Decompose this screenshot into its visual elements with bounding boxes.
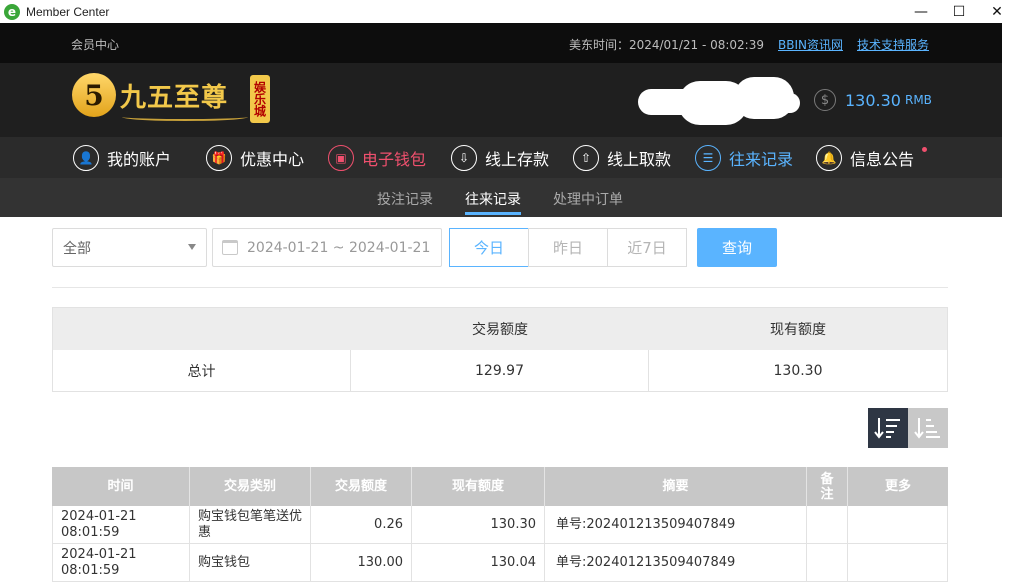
coin-icon: $: [814, 89, 836, 111]
col-more: 更多: [884, 479, 911, 494]
nav-label: 信息公告: [850, 150, 915, 169]
active-tab-indicator: [465, 212, 521, 215]
cell-type: 购宝钱包: [190, 544, 311, 582]
nav-label: 电子钱包: [362, 150, 427, 169]
sort-descending-icon: [874, 418, 900, 439]
cell-note: [807, 544, 848, 582]
col-time: 时间: [52, 467, 190, 506]
sort-descending-button[interactable]: [868, 408, 908, 448]
window-controls: — ☐ ✕: [902, 0, 1016, 23]
yesterday-button[interactable]: 昨日: [528, 228, 608, 267]
main-nav: 👤 我的账户 🎁 优惠中心 ▣ 电子钱包 ⇩ 线上存款 ⇧ 线上取款 ☰ 往来记…: [0, 137, 1002, 178]
tech-support-link[interactable]: 技术支持服务: [857, 36, 929, 53]
nav-online-withdraw[interactable]: ⇧ 线上取款: [573, 144, 671, 172]
cell-amount: 0.26: [311, 506, 412, 544]
table-row: 2024-01-21 08:01:59 购宝钱包笔笔送优惠 0.26 130.3…: [52, 506, 948, 544]
balance-display: $ 130.30 RMB: [814, 89, 932, 111]
records-table: 时间 交易类别 交易额度 现有额度 摘要 备 注 更多 2024-01-21 0…: [52, 467, 948, 588]
cell-type: 购宝钱包笔笔送优惠: [190, 506, 311, 544]
col-balance: 现有额度: [412, 467, 545, 506]
window-title: Member Center: [26, 4, 110, 19]
sort-ascending-button[interactable]: [908, 408, 948, 448]
nav-label: 优惠中心: [240, 150, 305, 169]
sort-ascending-icon: [914, 418, 940, 439]
site-logo[interactable]: 5 九五至尊 娱乐城: [72, 71, 272, 127]
summary-header-amount: 交易额度: [472, 322, 528, 338]
today-button[interactable]: 今日: [449, 228, 529, 267]
summary-table: 交易额度 现有额度 总计 129.97 130.30: [52, 307, 948, 392]
summary-total-label: 总计: [187, 364, 216, 380]
cell-more[interactable]: [848, 506, 948, 544]
wallet-icon: ▣: [328, 145, 354, 171]
top-strip: 会员中心 美东时间：2024/01/21 - 08:02:39 BBIN资讯网 …: [0, 23, 1002, 63]
tab-pending-orders[interactable]: 处理中订单: [553, 189, 623, 209]
section-label: 会员中心: [71, 38, 120, 52]
nav-label: 线上存款: [485, 150, 550, 169]
logo-flourish: [122, 113, 248, 121]
balance-currency: RMB: [904, 93, 932, 107]
calendar-icon: [222, 240, 238, 255]
nav-label: 我的账户: [107, 150, 172, 169]
withdraw-icon: ⇧: [573, 145, 599, 171]
cell-note: [807, 506, 848, 544]
col-note: 备 注: [807, 467, 848, 506]
maximize-button[interactable]: ☐: [940, 0, 978, 23]
logo-name: 九五至尊: [120, 83, 229, 113]
nav-transaction-records[interactable]: ☰ 往来记录: [695, 144, 793, 172]
cell-more[interactable]: [848, 544, 948, 582]
cell-time: 2024-01-21 08:01:59: [52, 506, 190, 544]
redacted-username: [638, 75, 802, 131]
summary-header-balance: 现有额度: [770, 322, 826, 338]
minimize-button[interactable]: —: [902, 0, 940, 23]
col-summary: 摘要: [545, 467, 807, 506]
server-time: 美东时间：2024/01/21 - 08:02:39: [568, 38, 764, 52]
transaction-type-select[interactable]: 全部: [52, 228, 207, 267]
nav-promotions[interactable]: 🎁 优惠中心: [206, 144, 304, 172]
date-range-input[interactable]: 2024-01-21 ~ 2024-01-21: [212, 228, 442, 267]
gift-icon: 🎁: [206, 145, 232, 171]
cell-balance: 130.04: [412, 544, 545, 582]
select-value: 全部: [63, 240, 91, 257]
search-button[interactable]: 查询: [697, 228, 777, 267]
nav-my-account[interactable]: 👤 我的账户: [73, 144, 171, 172]
nav-label: 往来记录: [729, 150, 794, 169]
site-header: 5 九五至尊 娱乐城 $ 130.30 RMB: [0, 63, 1002, 137]
divider: [52, 287, 948, 288]
window-titlebar: e Member Center — ☐ ✕: [0, 0, 1016, 23]
col-type: 交易类别: [190, 467, 311, 506]
summary-total-balance: 130.30: [773, 363, 823, 379]
records-icon: ☰: [695, 145, 721, 171]
chevron-down-icon: [188, 244, 196, 250]
cell-summary: 单号:202401213509407849: [545, 506, 807, 544]
logo-badge: 娱乐城: [250, 75, 270, 123]
nav-label: 线上取款: [607, 150, 672, 169]
balance-amount: 130.30: [845, 90, 901, 110]
notification-dot: [922, 147, 927, 152]
bell-icon: 🔔: [816, 145, 842, 171]
tab-transaction-records[interactable]: 往来记录: [465, 189, 521, 209]
close-button[interactable]: ✕: [978, 0, 1016, 23]
last-7-days-button[interactable]: 近7日: [607, 228, 687, 267]
col-amount: 交易额度: [311, 467, 412, 506]
summary-total-amount: 129.97: [475, 363, 524, 379]
nav-e-wallet[interactable]: ▣ 电子钱包: [328, 144, 426, 172]
cell-time: 2024-01-21 08:01:59: [52, 544, 190, 582]
logo-emblem: 5: [72, 73, 116, 117]
nav-online-deposit[interactable]: ⇩ 线上存款: [451, 144, 549, 172]
deposit-icon: ⇩: [451, 145, 477, 171]
cell-amount: 130.00: [311, 544, 412, 582]
cell-balance: 130.30: [412, 506, 545, 544]
top-links: 美东时间：2024/01/21 - 08:02:39 BBIN资讯网 技术支持服…: [569, 36, 929, 53]
app-icon: e: [4, 3, 20, 20]
date-range-value: 2024-01-21 ~ 2024-01-21: [247, 239, 431, 256]
user-icon: 👤: [73, 145, 99, 171]
cell-summary: 单号:202401213509407849: [545, 544, 807, 582]
records-table-header: 时间 交易类别 交易额度 现有额度 摘要 备 注 更多: [52, 467, 948, 506]
nav-announcements[interactable]: 🔔 信息公告: [816, 144, 914, 172]
tab-bet-records[interactable]: 投注记录: [377, 189, 433, 209]
table-row: 2024-01-21 08:01:59 购宝钱包 130.00 130.04 单…: [52, 544, 948, 582]
bbin-news-link[interactable]: BBIN资讯网: [778, 36, 843, 53]
